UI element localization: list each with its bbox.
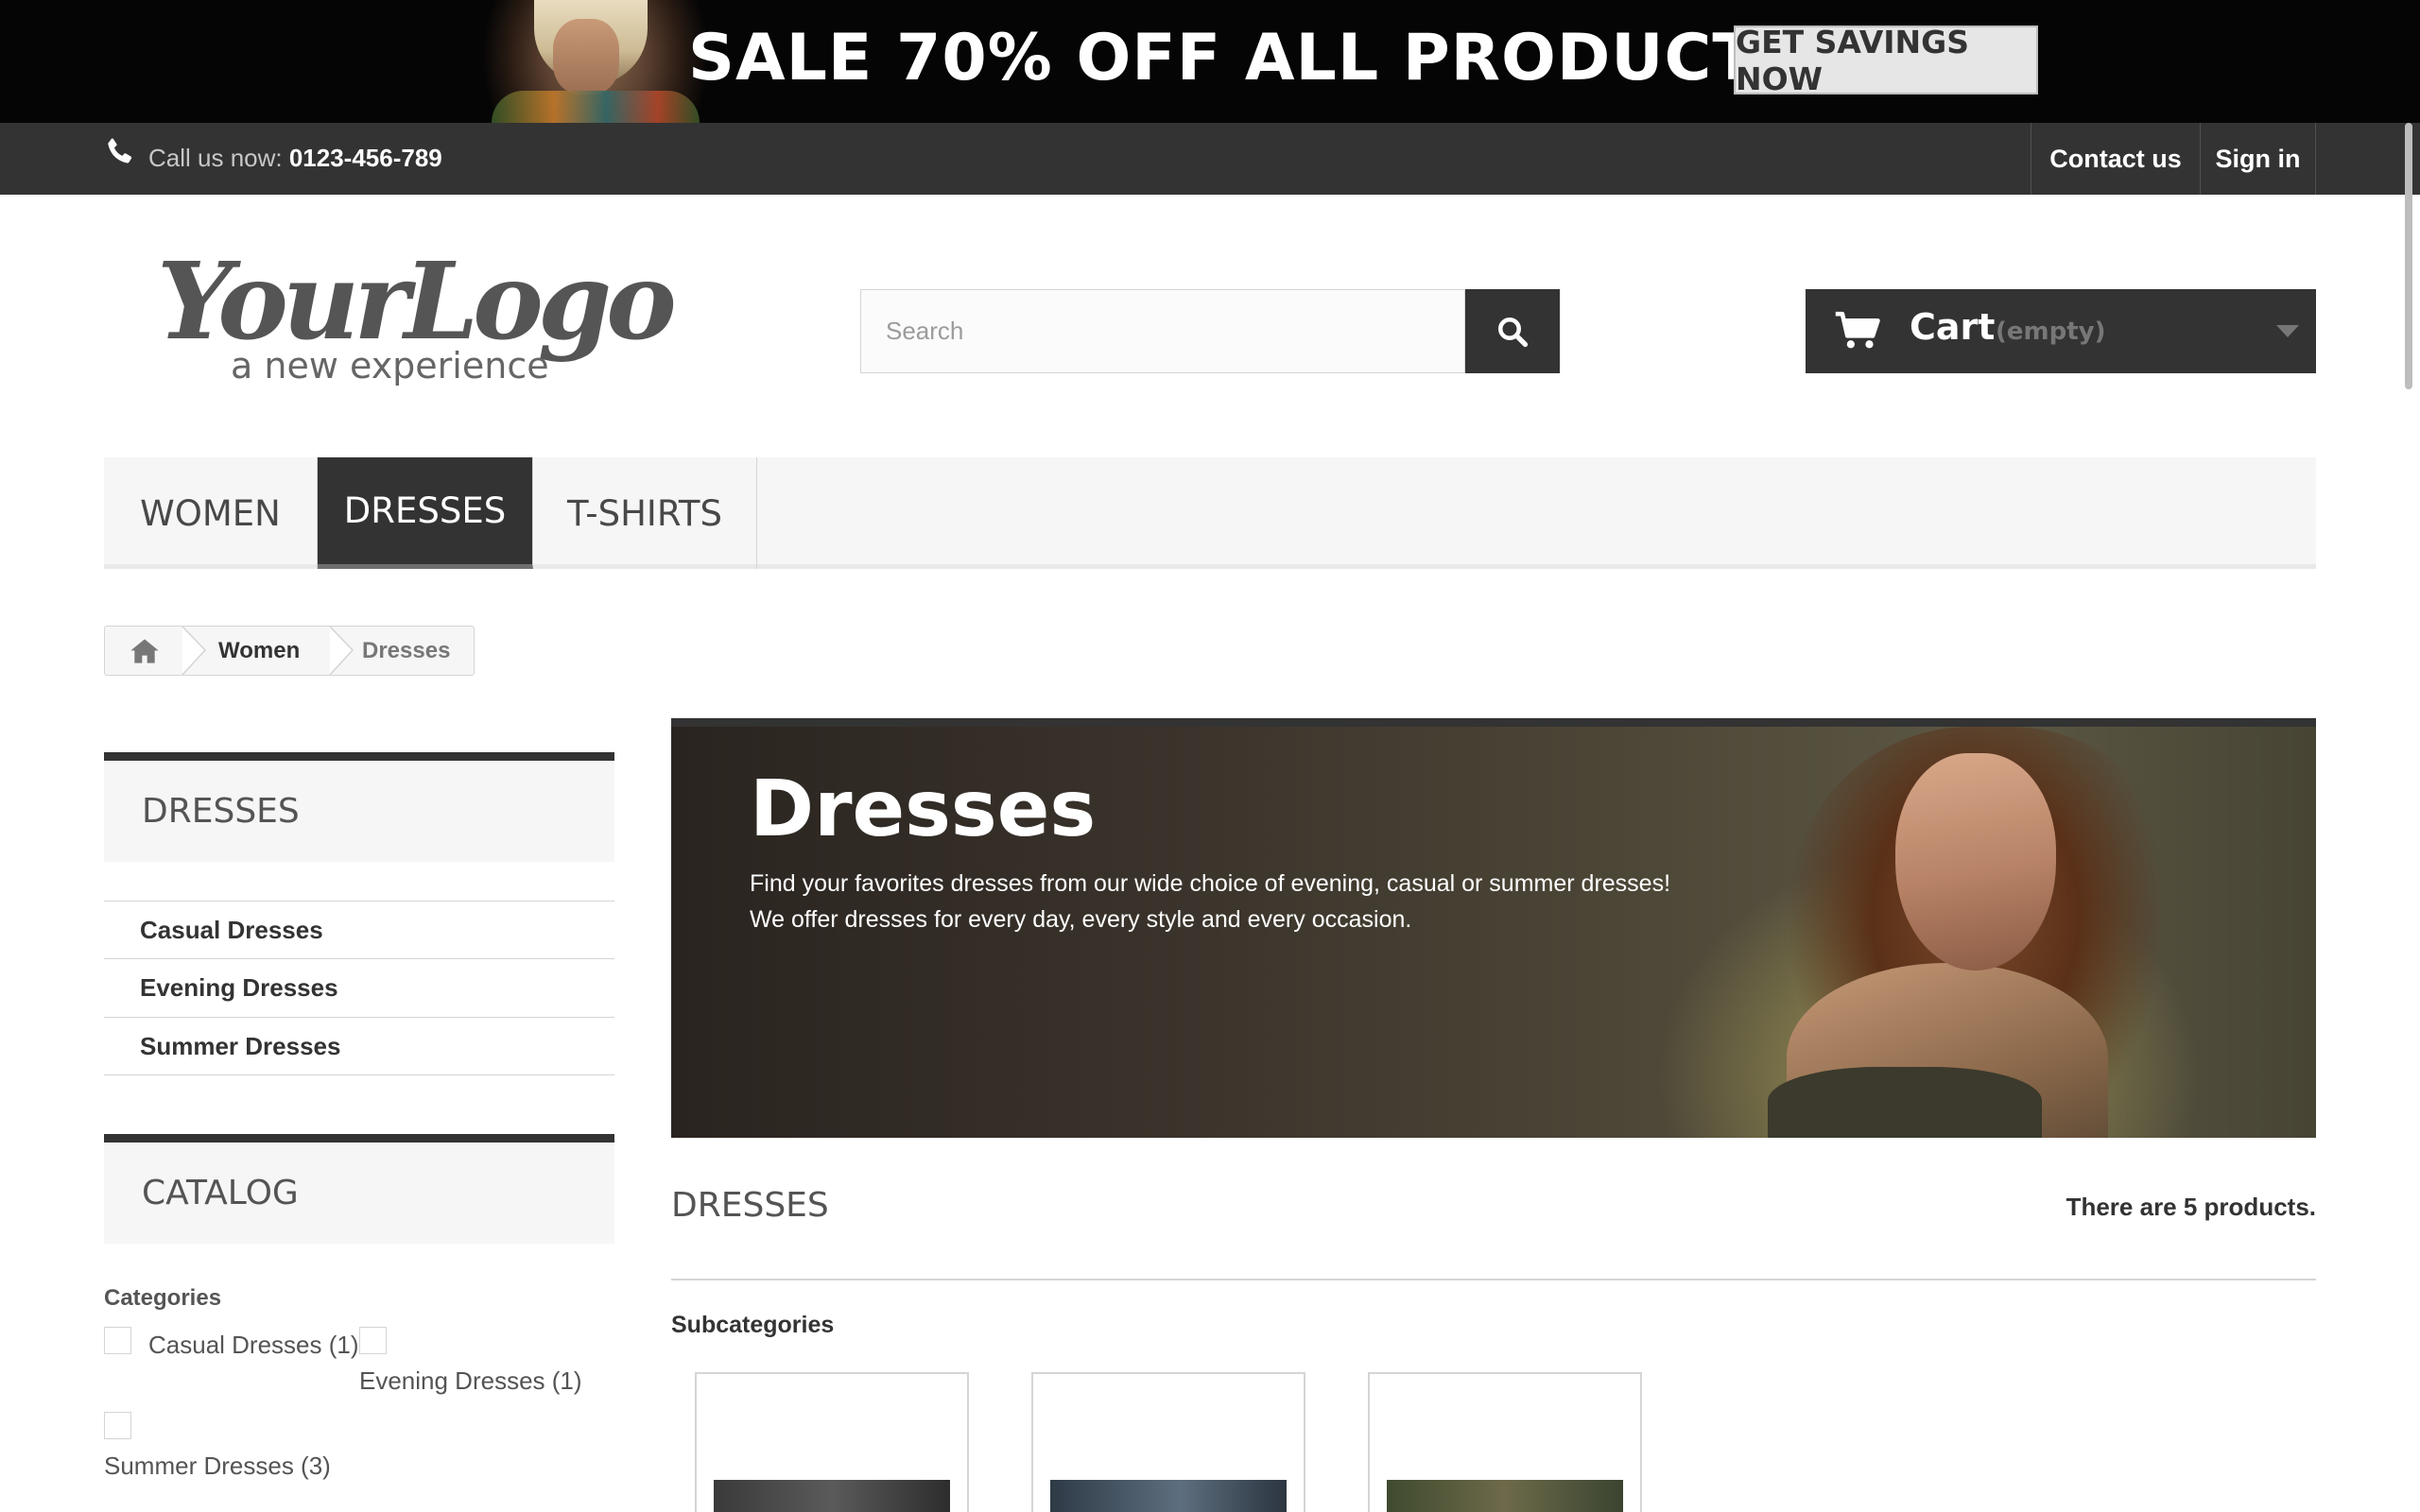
call-label: Call us now: xyxy=(148,144,289,172)
menu-item-dresses[interactable]: DRESSES xyxy=(318,457,533,569)
hero-model-face xyxy=(1895,753,2056,971)
cart-label: Cart xyxy=(1910,306,1996,348)
hero-description-line1: Find your favorites dresses from our wid… xyxy=(750,870,1671,897)
sign-in-link[interactable]: Sign in xyxy=(2200,123,2316,195)
hero-model-top xyxy=(1768,1067,2042,1138)
filter-label-casual[interactable]: Casual Dresses (1) xyxy=(148,1331,359,1360)
sidebar-dresses-title[interactable]: DRESSES xyxy=(104,752,614,862)
filter-checkbox-casual[interactable] xyxy=(104,1327,131,1354)
sidebar-catalog-title: CATALOG xyxy=(104,1134,614,1244)
promo-banner[interactable]: SALE 70% OFF ALL PRODUCTS GET SAVINGS NO… xyxy=(0,0,2420,123)
phone-number: 0123-456-789 xyxy=(288,144,442,172)
phone-icon xyxy=(108,138,132,163)
sidebar-link-summer[interactable]: Summer Dresses xyxy=(104,1017,614,1075)
breadcrumb-separator xyxy=(329,627,354,675)
subcategory-image xyxy=(1387,1480,1623,1512)
search-input[interactable] xyxy=(860,289,1465,373)
promo-headline: SALE 70% OFF ALL PRODUCTS xyxy=(688,21,1805,95)
divider xyxy=(104,1074,614,1075)
menu-item-t-shirts[interactable]: T-SHIRTS xyxy=(533,457,757,569)
divider xyxy=(671,1279,2316,1280)
breadcrumb-women[interactable]: Women xyxy=(218,627,300,675)
breadcrumb: Women Dresses xyxy=(104,626,475,676)
filter-group-label: Categories xyxy=(104,1285,222,1311)
promo-model-face xyxy=(553,19,619,94)
product-count: There are 5 products. xyxy=(2066,1193,2316,1221)
cart-status: (empty) xyxy=(1996,318,2106,346)
filter-label-summer[interactable]: Summer Dresses (3) xyxy=(104,1452,331,1481)
menu-item-women[interactable]: WOMEN xyxy=(104,457,318,569)
subcategory-card-summer[interactable] xyxy=(1368,1372,1642,1512)
call-us-text: Call us now: 0123-456-789 xyxy=(148,144,442,173)
cart-icon xyxy=(1835,311,1880,349)
breadcrumb-home[interactable] xyxy=(105,627,184,675)
subcategory-image xyxy=(714,1480,950,1512)
category-hero-banner: Dresses Find your favorites dresses from… xyxy=(671,718,2316,1138)
subcategory-card-evening[interactable] xyxy=(1031,1372,1305,1512)
site-logo[interactable]: YourLogo a new experience xyxy=(151,236,700,397)
page-scrollbar[interactable] xyxy=(2405,123,2412,389)
breadcrumb-dresses: Dresses xyxy=(362,638,451,663)
sidebar-link-evening[interactable]: Evening Dresses xyxy=(104,958,614,1017)
hero-description-line2: We offer dresses for every day, every st… xyxy=(750,906,1412,933)
category-heading: DRESSES xyxy=(671,1186,829,1225)
subcategory-card-casual[interactable] xyxy=(695,1372,969,1512)
contact-us-link[interactable]: Contact us xyxy=(2031,123,2200,195)
cart-button[interactable]: Cart (empty) xyxy=(1806,289,2316,373)
filter-label-evening[interactable]: Evening Dresses (1) xyxy=(359,1366,582,1396)
hero-title: Dresses xyxy=(750,765,1097,854)
search-button[interactable] xyxy=(1465,289,1560,373)
get-savings-button[interactable]: GET SAVINGS NOW xyxy=(1734,24,2038,97)
chevron-down-icon xyxy=(2276,325,2299,337)
subcategory-image xyxy=(1050,1480,1287,1512)
filter-checkbox-evening[interactable] xyxy=(359,1327,387,1354)
search-icon xyxy=(1498,317,1529,347)
home-icon xyxy=(130,638,159,663)
svg-text:a new experience: a new experience xyxy=(231,345,549,387)
breadcrumb-separator xyxy=(182,627,207,675)
sidebar-link-casual[interactable]: Casual Dresses xyxy=(104,901,614,959)
filter-checkbox-summer[interactable] xyxy=(104,1412,131,1439)
promo-model-dress xyxy=(492,91,700,123)
subcategories-title: Subcategories xyxy=(671,1312,835,1338)
